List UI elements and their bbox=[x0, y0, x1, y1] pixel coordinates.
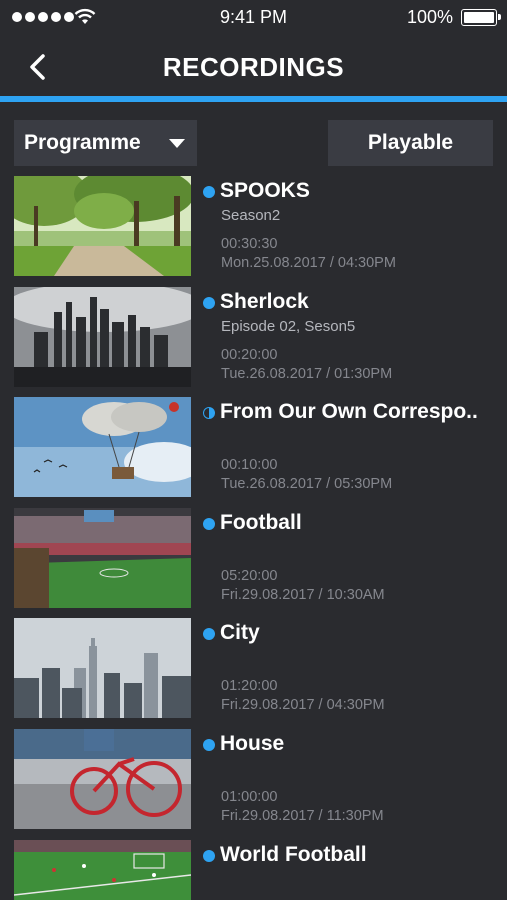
battery-percent: 100% bbox=[406, 7, 453, 27]
thumbnail-football-pitch bbox=[14, 840, 191, 900]
recording-title: House bbox=[220, 732, 285, 755]
recording-item[interactable]: World Football bbox=[0, 840, 507, 900]
recording-date: Fri.29.08.2017 / 04:30PM bbox=[221, 697, 385, 713]
nav-bar: RECORDINGS bbox=[0, 34, 507, 98]
recording-status-icon bbox=[203, 850, 215, 862]
recording-status-icon bbox=[203, 297, 215, 309]
thumbnail-city-dark bbox=[14, 287, 191, 387]
recording-item[interactable]: House 01:00:00 Fri.29.08.2017 / 11:30PM bbox=[0, 729, 507, 831]
header-divider bbox=[0, 96, 507, 102]
recording-title: City bbox=[220, 621, 260, 644]
recording-status-icon bbox=[203, 186, 215, 198]
recording-item[interactable]: City 01:20:00 Fri.29.08.2017 / 04:30PM bbox=[0, 618, 507, 720]
recording-title: SPOOKS bbox=[220, 179, 310, 202]
recording-date: Fri.29.08.2017 / 10:30AM bbox=[221, 587, 385, 603]
recording-date: Mon.25.08.2017 / 04:30PM bbox=[221, 255, 396, 271]
page-title: RECORDINGS bbox=[162, 52, 345, 82]
thumbnail-bicycle bbox=[14, 729, 191, 829]
recording-duration: 00:20:00 bbox=[221, 347, 278, 363]
recording-title: Football bbox=[220, 511, 302, 534]
programme-dropdown[interactable]: Programme bbox=[14, 120, 197, 166]
recording-subtitle: Season2 bbox=[221, 207, 281, 224]
recording-item[interactable]: From Our Own Correspo.. 00:10:00 Tue.26.… bbox=[0, 397, 507, 499]
recording-title: From Our Own Correspo.. bbox=[220, 400, 478, 423]
recording-title: World Football bbox=[220, 843, 367, 866]
recording-duration: 01:00:00 bbox=[221, 789, 278, 805]
battery-icon bbox=[461, 9, 501, 26]
recording-item[interactable]: Football 05:20:00 Fri.29.08.2017 / 10:30… bbox=[0, 508, 507, 610]
recording-date: Fri.29.08.2017 / 11:30PM bbox=[221, 808, 384, 824]
recording-item[interactable]: SPOOKS Season2 00:30:30 Mon.25.08.2017 /… bbox=[0, 176, 507, 278]
recording-duration: 00:10:00 bbox=[221, 457, 278, 473]
caret-down-icon bbox=[169, 139, 185, 148]
programme-dropdown-label: Programme bbox=[24, 131, 141, 154]
recording-date: Tue.26.08.2017 / 05:30PM bbox=[221, 476, 393, 492]
recording-subtitle: Episode 02, Seson5 bbox=[221, 318, 356, 335]
recording-duration: 00:30:30 bbox=[221, 236, 278, 252]
status-bar: 9:41 PM 100% bbox=[0, 0, 507, 34]
thumbnail-city bbox=[14, 618, 191, 718]
recording-status-icon bbox=[203, 518, 215, 530]
playable-button[interactable]: Playable bbox=[328, 120, 493, 166]
recording-duration: 05:20:00 bbox=[221, 568, 278, 584]
recording-title: Sherlock bbox=[220, 290, 309, 313]
recording-status-icon bbox=[203, 628, 215, 640]
filter-bar: Programme Playable bbox=[0, 120, 507, 166]
thumbnail-airship bbox=[14, 397, 191, 497]
recording-duration: 01:20:00 bbox=[221, 678, 278, 694]
thumbnail-park bbox=[14, 176, 191, 276]
partial-recording-icon bbox=[203, 407, 215, 419]
recording-item[interactable]: Sherlock Episode 02, Seson5 00:20:00 Tue… bbox=[0, 287, 507, 389]
recording-date: Tue.26.08.2017 / 01:30PM bbox=[221, 366, 393, 382]
thumbnail-stadium bbox=[14, 508, 191, 608]
recording-status-icon bbox=[203, 739, 215, 751]
